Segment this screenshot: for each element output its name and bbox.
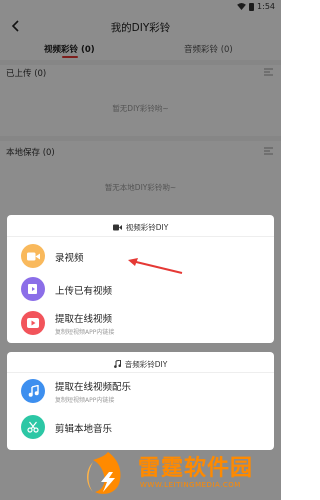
edit-local-music-label: 剪辑本地音乐: [55, 424, 113, 435]
extract-online-video-label: 提取在线视频: [55, 314, 113, 325]
music-note-icon: [21, 379, 45, 403]
annotation-arrow-icon: [128, 258, 183, 274]
video-camera-icon: [21, 244, 45, 268]
music-icon: [113, 360, 121, 368]
upload-video-label: 上传已有视频: [55, 286, 113, 297]
record-video-label: 录视频: [55, 253, 84, 264]
scissors-icon: [21, 415, 45, 439]
extract-online-video-item[interactable]: 提取在线视频 复制短视频APP内链接: [21, 309, 261, 339]
edit-local-music-item[interactable]: 剪辑本地音乐: [21, 413, 261, 443]
upload-video-icon: [21, 277, 45, 301]
extract-online-video-hint: 复制短视频APP内链接: [55, 329, 115, 336]
audio-sheet-header: 音频彩铃DIY: [7, 359, 274, 370]
video-icon: [112, 224, 122, 231]
watermark-name: 雷霆软件园: [138, 456, 254, 481]
extract-online-music-hint: 复制短视频APP内链接: [55, 397, 115, 404]
divider: [7, 236, 274, 237]
audio-diy-sheet: 音频彩铃DIY 提取在线视频配乐 复制短视频APP内链接 剪辑本地音乐: [7, 352, 274, 450]
video-sheet-header: 视频彩铃DIY: [7, 222, 274, 233]
watermark-url: WWW.LEITINGMEDIA.COM: [140, 481, 241, 489]
upload-video-item[interactable]: 上传已有视频: [21, 275, 261, 305]
video-sheet-title: 视频彩铃DIY: [125, 223, 169, 232]
extract-online-music-item[interactable]: 提取在线视频配乐 复制短视频APP内链接: [21, 377, 261, 407]
audio-sheet-title: 音频彩铃DIY: [124, 360, 168, 369]
leiting-logo: [87, 452, 121, 494]
video-diy-sheet: 视频彩铃DIY 录视频 上传已有视频 提取在线视频 复制短视频APP内链接: [7, 215, 274, 343]
divider: [7, 372, 274, 373]
play-video-icon: [21, 311, 45, 335]
extract-online-music-label: 提取在线视频配乐: [55, 382, 132, 393]
